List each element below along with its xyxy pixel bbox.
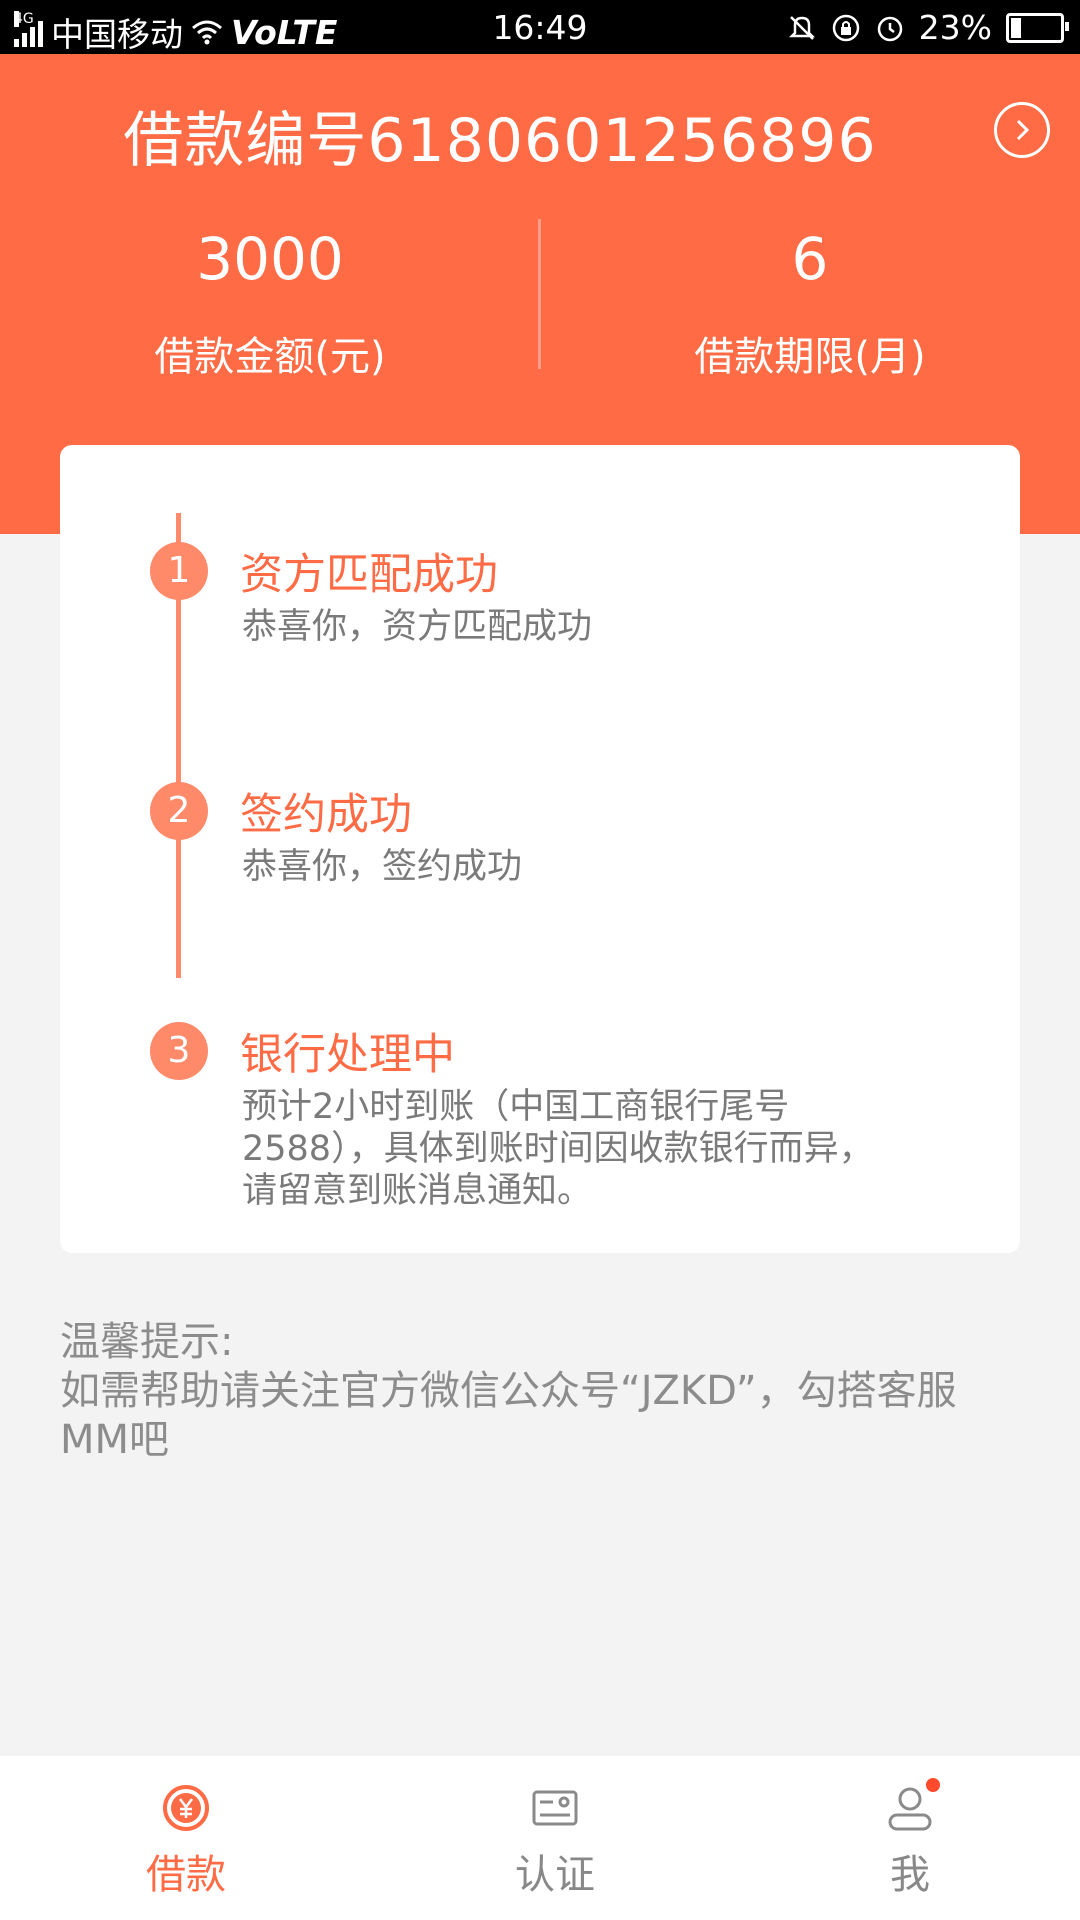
rotation-lock-icon [832,14,859,41]
status-right: 23% [787,8,1069,47]
loan-amount-value: 3000 [196,225,344,293]
nav-label: 我 [890,1852,930,1898]
step-number: 3 [150,1022,208,1080]
nav-item-verify[interactable]: 认证 [455,1784,655,1900]
step-description: 恭喜你，签约成功 [242,847,523,887]
loan-number: 借款编号6180601256896 [123,106,877,176]
status-bar: 4G 中国移动 VoLTE 16:49 23% [0,0,1080,54]
loan-amount: 3000 借款金额(元) [0,224,540,382]
tips-body: 如需帮助请关注官方微信公众号“JZKD”，勾搭客服MM吧 [60,1368,957,1463]
tips-title: 温馨提示: [60,1319,234,1365]
loan-term: 6 借款期限(月) [540,224,1080,382]
nav-label: 认证 [515,1852,595,1898]
step-description: 恭喜你，资方匹配成功 [242,607,593,647]
loan-term-label: 借款期限(月) [694,334,926,380]
step-description: 预计2小时到账（中国工商银行尾号2588），具体到账时间因收款银行而异，请留意到… [242,1087,874,1211]
step-number: 1 [150,542,208,600]
user-icon [886,1778,940,1832]
yen-icon [162,1784,210,1832]
nav-item-loan[interactable]: 借款 [86,1784,286,1900]
nav-label: 借款 [146,1852,226,1898]
nav-item-me[interactable]: 我 [810,1778,1010,1900]
mute-icon [788,15,815,40]
tips-section: 温馨提示: 如需帮助请关注官方微信公众号“JZKD”，勾搭客服MM吧 [60,1318,1020,1465]
notification-dot [926,1778,940,1792]
step-title: 银行处理中 [240,1030,455,1080]
battery-icon [1006,12,1069,43]
step-title: 资方匹配成功 [240,550,498,600]
bottom-nav: 借款 认证 我 [0,1756,1080,1920]
id-card-icon [531,1784,579,1832]
alarm-icon [877,16,902,41]
loan-detail-button[interactable] [994,102,1050,158]
progress-card: 1 资方匹配成功 恭喜你，资方匹配成功 2 签约成功 恭喜你，签约成功 3 银行… [60,445,1020,1253]
loan-term-value: 6 [791,225,829,293]
loan-amount-label: 借款金额(元) [154,334,386,380]
step-title: 签约成功 [240,790,412,840]
battery-percent: 23% [918,8,992,47]
chevron-right-icon [1016,119,1030,141]
step-number: 2 [150,782,208,840]
